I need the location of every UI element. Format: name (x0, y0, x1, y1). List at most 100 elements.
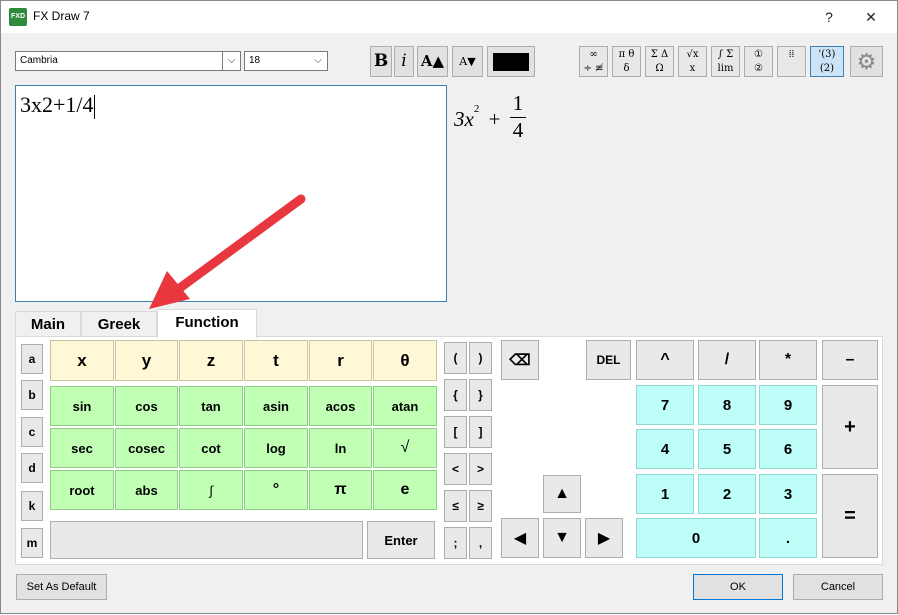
key-close-bracket[interactable]: ] (469, 416, 492, 448)
key-equals[interactable]: = (822, 474, 878, 558)
key-integral[interactable]: ∫ (179, 470, 243, 510)
key-5[interactable]: 5 (698, 429, 756, 469)
key-1[interactable]: 1 (636, 474, 694, 514)
equation-input[interactable]: 3x2+1/4 (15, 85, 447, 302)
key-k[interactable]: k (21, 491, 43, 521)
symbol-matrix-button[interactable]: ⁞⁞ (777, 46, 806, 77)
key-abs[interactable]: abs (115, 470, 178, 510)
key-decimal[interactable]: . (759, 518, 817, 558)
symbol-operators-button[interactable]: ∞ ÷ ≢ (579, 46, 608, 77)
tab-greek[interactable]: Greek (81, 311, 157, 337)
key-ln[interactable]: ln (309, 428, 372, 468)
text-color-swatch (493, 53, 529, 71)
key-cosec[interactable]: cosec (115, 428, 178, 468)
key-sec[interactable]: sec (50, 428, 114, 468)
gear-icon[interactable]: ⚙ (850, 46, 883, 77)
text-cursor (93, 94, 95, 119)
key-multiply[interactable]: * (759, 340, 817, 380)
key-t[interactable]: t (244, 340, 308, 381)
key-log[interactable]: log (244, 428, 308, 468)
key-plus[interactable]: + (822, 385, 878, 469)
key-9[interactable]: 9 (759, 385, 817, 425)
key-b[interactable]: b (21, 380, 43, 410)
key-open-bracket[interactable]: [ (444, 416, 467, 448)
key-4[interactable]: 4 (636, 429, 694, 469)
enter-key[interactable]: Enter (367, 521, 435, 559)
key-z[interactable]: z (179, 340, 243, 381)
key-sin[interactable]: sin (50, 386, 114, 426)
key-greater-equal[interactable]: ≥ (469, 490, 492, 522)
tab-main[interactable]: Main (15, 311, 81, 337)
symbol-roots-button[interactable]: √x x (678, 46, 707, 77)
symbol-greek-button[interactable]: π θδ (612, 46, 641, 77)
arrow-down-icon[interactable]: ▼ (543, 518, 581, 558)
set-as-default-button[interactable]: Set As Default (16, 574, 107, 600)
key-semicolon[interactable]: ; (444, 527, 467, 559)
help-button[interactable]: ? (809, 5, 849, 29)
preview-numerator: 1 (512, 91, 524, 115)
key-power[interactable]: ^ (636, 340, 694, 380)
key-r[interactable]: r (309, 340, 372, 381)
grow-font-button[interactable]: A▲ (417, 46, 448, 77)
key-divide[interactable]: / (698, 340, 756, 380)
chevron-down-icon[interactable]: ⌵ (309, 52, 327, 70)
symbol-vector-button[interactable]: '(3) (2) (810, 46, 844, 77)
key-cot[interactable]: cot (179, 428, 243, 468)
key-2[interactable]: 2 (698, 474, 756, 514)
preview-exponent: 2 (473, 103, 480, 115)
key-e[interactable]: e (373, 470, 437, 510)
backspace-icon[interactable]: ⌫ (501, 340, 539, 380)
key-comma[interactable]: , (469, 527, 492, 559)
key-d[interactable]: d (21, 453, 43, 483)
key-pi[interactable]: π (309, 470, 372, 510)
key-a[interactable]: a (21, 344, 43, 374)
symbol-calculus-button[interactable]: ∫ Σlim (711, 46, 740, 77)
key-acos[interactable]: acos (309, 386, 372, 426)
key-less-than[interactable]: < (444, 453, 467, 485)
key-asin[interactable]: asin (244, 386, 308, 426)
key-open-brace[interactable]: { (444, 379, 467, 411)
key-c[interactable]: c (21, 417, 43, 447)
key-degree[interactable]: ° (244, 470, 308, 510)
key-y[interactable]: y (115, 340, 178, 381)
italic-button[interactable]: i (394, 46, 414, 77)
ok-button[interactable]: OK (693, 574, 783, 600)
key-m[interactable]: m (21, 528, 43, 558)
arrow-right-icon[interactable]: ▶ (585, 518, 623, 558)
arrow-left-icon[interactable]: ◀ (501, 518, 539, 558)
close-button[interactable]: ✕ (851, 5, 891, 29)
key-close-brace[interactable]: } (469, 379, 492, 411)
key-atan[interactable]: atan (373, 386, 437, 426)
key-cos[interactable]: cos (115, 386, 178, 426)
key-x[interactable]: x (50, 340, 114, 381)
key-root[interactable]: root (50, 470, 114, 510)
title-bar: FXD FX Draw 7 ? ✕ (1, 1, 897, 33)
arrow-up-icon[interactable]: ▲ (543, 475, 581, 513)
symbol-capital-greek-button[interactable]: Σ ΔΩ (645, 46, 674, 77)
key-theta[interactable]: θ (373, 340, 437, 381)
key-open-paren[interactable]: ( (444, 342, 467, 374)
preview-plus: + (488, 107, 501, 131)
font-size-select[interactable]: 18 ⌵ (244, 51, 328, 71)
font-size-value: 18 (249, 55, 261, 66)
del-button[interactable]: DEL (586, 340, 631, 380)
key-greater-than[interactable]: > (469, 453, 492, 485)
key-less-equal[interactable]: ≤ (444, 490, 467, 522)
key-tan[interactable]: tan (179, 386, 243, 426)
key-8[interactable]: 8 (698, 385, 756, 425)
bold-button[interactable]: B (370, 46, 392, 77)
key-6[interactable]: 6 (759, 429, 817, 469)
chevron-down-icon[interactable]: ⌵ (222, 52, 240, 70)
symbol-numbering-button[interactable]: ①② (744, 46, 773, 77)
cancel-button[interactable]: Cancel (793, 574, 883, 600)
key-sqrt[interactable]: √ (373, 428, 437, 468)
font-family-select[interactable]: Cambria ⌵ (15, 51, 241, 71)
key-7[interactable]: 7 (636, 385, 694, 425)
key-minus[interactable]: – (822, 340, 878, 380)
key-close-paren[interactable]: ) (469, 342, 492, 374)
shrink-font-button[interactable]: A▼ (452, 46, 483, 77)
key-0[interactable]: 0 (636, 518, 756, 558)
key-3[interactable]: 3 (759, 474, 817, 514)
tab-function[interactable]: Function (157, 309, 257, 338)
space-key[interactable] (50, 521, 363, 559)
